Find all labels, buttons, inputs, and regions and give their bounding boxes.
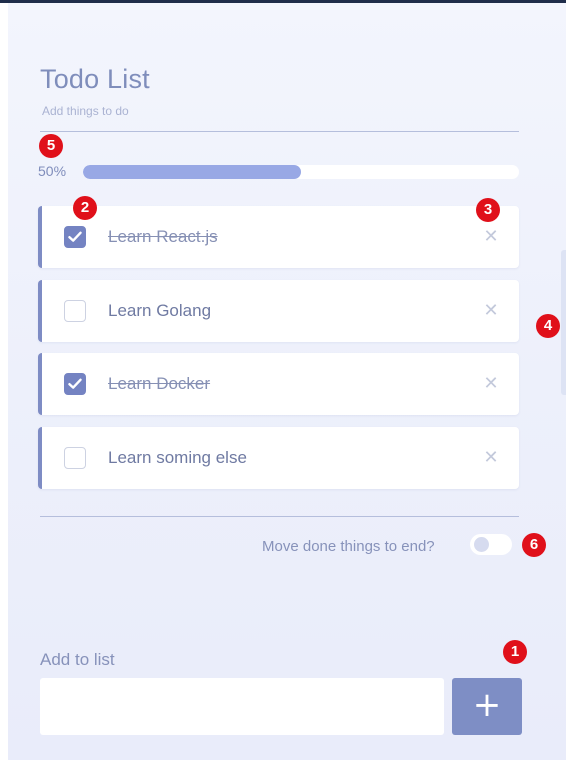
toggle-knob [474,537,489,552]
check-icon [68,378,82,389]
delete-icon[interactable]: ✕ [483,227,499,247]
annotation-badge: 6 [522,533,546,557]
delete-icon[interactable]: ✕ [483,448,499,468]
annotation-badge: 5 [39,134,63,158]
page-subtitle: Add things to do [42,104,129,118]
add-to-list-label: Add to list [40,650,115,669]
move-done-label: Move done things to end? [262,538,435,555]
check-icon [68,231,82,242]
page-title: Todo List [40,64,150,94]
add-item-input[interactable] [40,678,444,735]
todo-label: Learn React.js [108,227,218,246]
move-done-toggle[interactable] [470,534,512,555]
delete-icon[interactable]: ✕ [483,374,499,394]
header-divider [40,131,519,132]
annotation-badge: 1 [503,640,527,664]
todo-checkbox[interactable] [64,447,86,469]
todo-checkbox[interactable] [64,373,86,395]
todo-item: Learn React.js ✕ [38,206,519,268]
todo-item: Learn Docker ✕ [38,353,519,415]
add-button[interactable]: + [452,678,522,735]
list-divider [40,516,519,517]
todo-item: Learn Golang ✕ [38,280,519,342]
annotation-badge: 4 [536,314,560,338]
todo-label: Learn Docker [108,374,211,393]
delete-icon[interactable]: ✕ [483,301,499,321]
progress-bar [83,165,519,179]
progress-percent: 50% [38,163,67,179]
scrollbar[interactable] [561,250,566,395]
todo-label: Learn soming else [108,448,247,467]
progress-fill [83,165,301,179]
todo-item: Learn soming else ✕ [38,427,519,489]
annotation-badge: 3 [476,198,500,222]
todo-checkbox[interactable] [64,300,86,322]
todo-label: Learn Golang [108,301,212,320]
todo-checkbox[interactable] [64,226,86,248]
annotation-badge: 2 [73,196,97,220]
